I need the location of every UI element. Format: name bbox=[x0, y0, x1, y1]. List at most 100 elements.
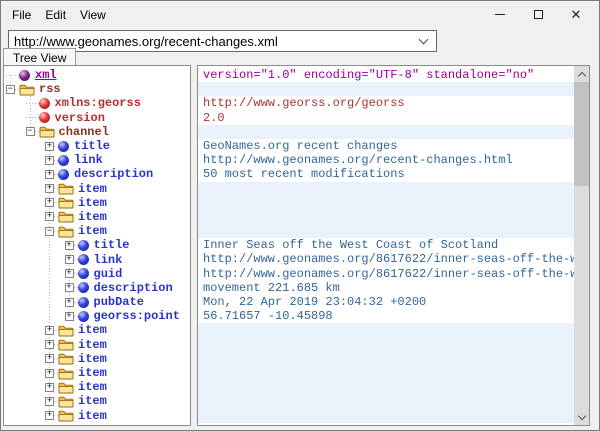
tree-row: + item bbox=[4, 323, 190, 337]
tree-node-label[interactable]: channel bbox=[59, 125, 109, 139]
tree-connector bbox=[74, 302, 78, 303]
scroll-down-button[interactable] bbox=[574, 409, 589, 425]
tree-row: + item bbox=[4, 366, 190, 380]
tree-row: − channel bbox=[4, 125, 190, 139]
menu-edit[interactable]: Edit bbox=[38, 5, 73, 25]
tree-node-label[interactable]: link bbox=[74, 153, 103, 167]
expand-toggle[interactable]: + bbox=[65, 255, 74, 264]
expand-toggle[interactable]: + bbox=[45, 397, 54, 406]
value-row[interactable]: Inner Seas off the West Coast of Scotlan… bbox=[198, 238, 574, 252]
tree-connector bbox=[74, 259, 78, 260]
value-row bbox=[198, 366, 574, 380]
tree-node-label[interactable]: description bbox=[74, 167, 153, 181]
tree-node-label[interactable]: item bbox=[78, 409, 107, 423]
menu-file[interactable]: File bbox=[5, 5, 38, 25]
tree-row: + item bbox=[4, 352, 190, 366]
tree-node-label[interactable]: version bbox=[55, 111, 105, 125]
tree-node-label[interactable]: item bbox=[78, 338, 107, 352]
node-value-panel: version="1.0" encoding="UTF-8" standalon… bbox=[197, 65, 590, 426]
url-value[interactable]: http://www.geonames.org/recent-changes.x… bbox=[9, 34, 420, 49]
minimize-icon bbox=[495, 14, 505, 15]
tree-node-label[interactable]: item bbox=[78, 196, 107, 210]
close-button[interactable]: ✕ bbox=[557, 3, 595, 27]
folder-icon bbox=[58, 338, 74, 351]
tree-row: + link bbox=[4, 153, 190, 167]
tree-node-label[interactable]: pubDate bbox=[94, 295, 144, 309]
tree-node-label[interactable]: title bbox=[74, 139, 110, 153]
expand-toggle[interactable]: + bbox=[45, 326, 54, 335]
vertical-scrollbar[interactable] bbox=[574, 66, 589, 425]
expand-toggle[interactable]: + bbox=[45, 170, 54, 179]
expand-toggle[interactable]: + bbox=[65, 298, 74, 307]
expand-toggle[interactable]: + bbox=[65, 269, 74, 278]
blue-ball-icon bbox=[58, 169, 69, 180]
tree-connector bbox=[26, 103, 39, 104]
expand-toggle[interactable]: + bbox=[65, 283, 74, 292]
collapse-toggle[interactable]: − bbox=[6, 85, 15, 94]
app-window: File Edit View ✕ http://www.geonames.org… bbox=[0, 0, 600, 431]
tree-row: − item bbox=[4, 224, 190, 238]
minimize-button[interactable] bbox=[481, 3, 519, 27]
value-row[interactable]: http://www.geonames.org/8617622/inner-se… bbox=[198, 252, 574, 266]
value-row[interactable]: movement 221.685 km bbox=[198, 281, 574, 295]
value-rows: version="1.0" encoding="UTF-8" standalon… bbox=[198, 68, 574, 423]
tree-connector bbox=[74, 245, 78, 246]
value-row[interactable]: Mon, 22 Apr 2019 23:04:32 +0200 bbox=[198, 295, 574, 309]
tree-node-label[interactable]: item bbox=[78, 352, 107, 366]
value-row[interactable]: version="1.0" encoding="UTF-8" standalon… bbox=[198, 68, 574, 82]
expand-toggle[interactable]: + bbox=[45, 383, 54, 392]
tree-node-label[interactable]: item bbox=[78, 182, 107, 196]
chevron-down-icon[interactable] bbox=[419, 35, 429, 45]
value-row bbox=[198, 182, 574, 196]
maximize-button[interactable] bbox=[519, 3, 557, 27]
value-row[interactable]: http://www.geonames.org/recent-changes.h… bbox=[198, 153, 574, 167]
value-row bbox=[198, 352, 574, 366]
tree-node-label[interactable]: description bbox=[94, 281, 173, 295]
value-row[interactable]: GeoNames.org recent changes bbox=[198, 139, 574, 153]
expand-toggle[interactable]: + bbox=[45, 184, 54, 193]
tree-node-label[interactable]: title bbox=[94, 238, 130, 252]
expand-toggle[interactable]: + bbox=[65, 241, 74, 250]
tree-node-label[interactable]: link bbox=[94, 253, 123, 267]
tree-node-label[interactable]: item bbox=[78, 366, 107, 380]
tree-node-label[interactable]: rss bbox=[39, 82, 61, 96]
expand-toggle[interactable]: + bbox=[65, 312, 74, 321]
tree-node-label[interactable]: item bbox=[78, 323, 107, 337]
tree-node-label[interactable]: item bbox=[78, 224, 107, 238]
expand-toggle[interactable]: + bbox=[45, 340, 54, 349]
scrollbar-thumb[interactable] bbox=[574, 82, 589, 186]
tree-node-label[interactable]: item bbox=[78, 380, 107, 394]
purple-ball-icon bbox=[19, 70, 30, 81]
folder-icon bbox=[58, 182, 74, 195]
value-row[interactable]: 50 most recent modifications bbox=[198, 167, 574, 181]
value-row bbox=[198, 196, 574, 210]
tree-node-label[interactable]: guid bbox=[94, 267, 123, 281]
scroll-up-button[interactable] bbox=[574, 66, 589, 82]
folder-icon bbox=[58, 352, 74, 365]
collapse-toggle[interactable]: − bbox=[26, 127, 35, 136]
expand-toggle[interactable]: + bbox=[45, 142, 54, 151]
tree-node-label[interactable]: item bbox=[78, 210, 107, 224]
expand-toggle[interactable]: + bbox=[45, 212, 54, 221]
folder-icon bbox=[58, 210, 74, 223]
expand-toggle[interactable]: + bbox=[45, 411, 54, 420]
tree-row: + item bbox=[4, 380, 190, 394]
tree-node-label[interactable]: xmlns:georss bbox=[55, 96, 141, 110]
expand-toggle[interactable]: + bbox=[45, 156, 54, 165]
value-row[interactable]: http://www.georss.org/georss bbox=[198, 96, 574, 110]
expand-toggle[interactable]: + bbox=[45, 354, 54, 363]
expand-toggle[interactable]: + bbox=[45, 369, 54, 378]
tab-tree-view[interactable]: Tree View bbox=[3, 48, 76, 65]
tree-row: + item bbox=[4, 409, 190, 423]
collapse-toggle[interactable]: − bbox=[45, 227, 54, 236]
red-ball-icon bbox=[39, 98, 50, 109]
value-row[interactable]: http://www.geonames.org/8617622/inner-se… bbox=[198, 267, 574, 281]
tree-node-label[interactable]: item bbox=[78, 394, 107, 408]
expand-toggle[interactable]: + bbox=[45, 198, 54, 207]
folder-icon bbox=[58, 324, 74, 337]
value-row[interactable]: 56.71657 -10.45898 bbox=[198, 309, 574, 323]
tree-node-label[interactable]: xml bbox=[35, 68, 57, 82]
menu-view[interactable]: View bbox=[73, 5, 113, 25]
value-row[interactable]: 2.0 bbox=[198, 111, 574, 125]
tree-node-label[interactable]: georss:point bbox=[94, 309, 180, 323]
